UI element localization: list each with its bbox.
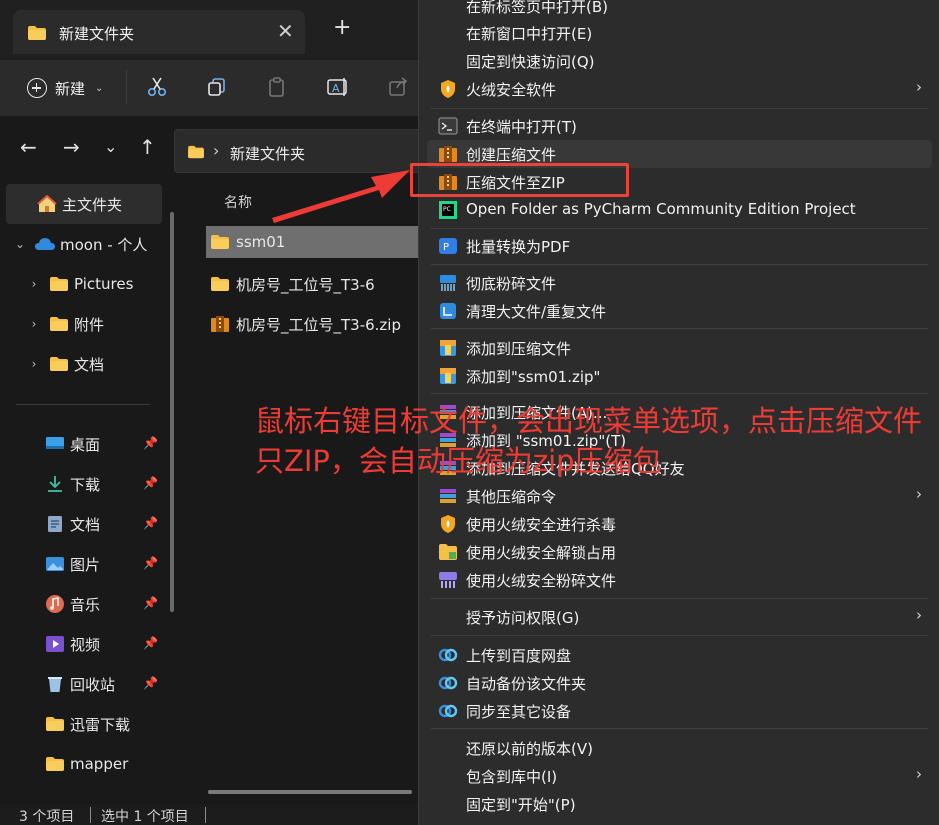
highlight-box	[410, 163, 629, 197]
annotation-text: 鼠标右键目标文件，会出现菜单选项，点击压缩文件只ZIP，会自动压缩为zip压缩包	[255, 404, 923, 478]
